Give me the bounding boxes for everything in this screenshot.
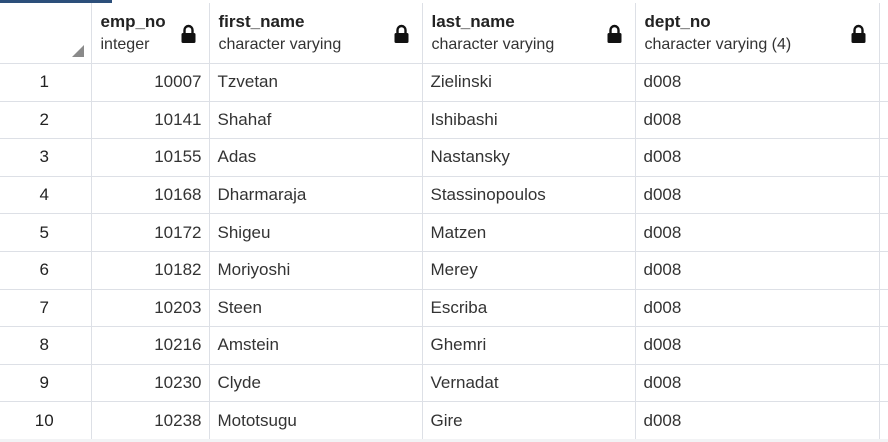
column-header-last-name[interactable]: last_name character varying bbox=[422, 3, 636, 64]
cell-emp-no[interactable]: 10007 bbox=[91, 63, 210, 102]
cell-dept-no[interactable]: d008 bbox=[635, 138, 880, 177]
cell-first-name[interactable]: Shahaf bbox=[209, 101, 423, 140]
column-name: first_name bbox=[218, 12, 305, 31]
cell-dept-no[interactable]: d008 bbox=[635, 401, 880, 440]
cell-emp-no[interactable]: 10172 bbox=[91, 213, 210, 252]
cell-emp-no[interactable]: 10230 bbox=[91, 364, 210, 403]
data-output-grid: emp_no integer first_name character vary… bbox=[0, 0, 888, 442]
cell-first-name[interactable]: Mototsugu bbox=[209, 401, 423, 440]
cell-last-name[interactable]: Escriba bbox=[422, 289, 636, 328]
cell-first-name[interactable]: Shigeu bbox=[209, 213, 423, 252]
cell-dept-no[interactable]: d008 bbox=[635, 63, 880, 102]
cell-first-name[interactable]: Moriyoshi bbox=[209, 251, 423, 290]
table-row[interactable]: 7 10203 Steen Escriba d008 bbox=[0, 289, 888, 328]
cell-dept-no[interactable]: d008 bbox=[635, 289, 880, 328]
cell-last-name[interactable]: Stassinopoulos bbox=[422, 176, 636, 215]
row-number[interactable]: 5 bbox=[0, 213, 92, 252]
cell-dept-no[interactable]: d008 bbox=[635, 326, 880, 365]
cell-first-name[interactable]: Clyde bbox=[209, 364, 423, 403]
cell-emp-no[interactable]: 10203 bbox=[91, 289, 210, 328]
column-name: emp_no bbox=[100, 12, 166, 31]
cell-last-name[interactable]: Zielinski bbox=[422, 63, 636, 102]
table-row[interactable]: 5 10172 Shigeu Matzen d008 bbox=[0, 213, 888, 252]
table-row[interactable]: 10 10238 Mototsugu Gire d008 bbox=[0, 401, 888, 440]
cell-emp-no[interactable]: 10141 bbox=[91, 101, 210, 140]
cell-last-name[interactable]: Merey bbox=[422, 251, 636, 290]
cell-dept-no[interactable]: d008 bbox=[635, 101, 880, 140]
row-number[interactable]: 2 bbox=[0, 101, 92, 140]
table-row[interactable]: 9 10230 Clyde Vernadat d008 bbox=[0, 364, 888, 403]
cell-first-name[interactable]: Dharmaraja bbox=[209, 176, 423, 215]
row-number[interactable]: 3 bbox=[0, 138, 92, 177]
cell-emp-no[interactable]: 10155 bbox=[91, 138, 210, 177]
cell-emp-no[interactable]: 10216 bbox=[91, 326, 210, 365]
cell-dept-no[interactable]: d008 bbox=[635, 176, 880, 215]
column-name: dept_no bbox=[644, 12, 711, 31]
row-number[interactable]: 7 bbox=[0, 289, 92, 328]
column-header-emp-no[interactable]: emp_no integer bbox=[91, 3, 210, 64]
column-type: character varying bbox=[431, 36, 555, 53]
cell-dept-no[interactable]: d008 bbox=[635, 213, 880, 252]
row-filler bbox=[879, 401, 888, 440]
row-filler bbox=[879, 101, 888, 140]
lock-icon bbox=[851, 24, 865, 43]
cell-first-name[interactable]: Adas bbox=[209, 138, 423, 177]
lock-icon bbox=[394, 24, 408, 43]
row-filler bbox=[879, 326, 888, 365]
row-filler bbox=[879, 289, 888, 328]
row-number[interactable]: 9 bbox=[0, 364, 92, 403]
row-filler bbox=[879, 251, 888, 290]
cell-last-name[interactable]: Ishibashi bbox=[422, 101, 636, 140]
cell-emp-no[interactable]: 10182 bbox=[91, 251, 210, 290]
cell-emp-no[interactable]: 10238 bbox=[91, 401, 210, 440]
table-row[interactable]: 2 10141 Shahaf Ishibashi d008 bbox=[0, 101, 888, 140]
table-row[interactable]: 8 10216 Amstein Ghemri d008 bbox=[0, 326, 888, 365]
column-type: integer bbox=[100, 36, 150, 53]
result-table: emp_no integer first_name character vary… bbox=[0, 3, 888, 440]
cell-first-name[interactable]: Tzvetan bbox=[209, 63, 423, 102]
cell-last-name[interactable]: Nastansky bbox=[422, 138, 636, 177]
table-row[interactable]: 6 10182 Moriyoshi Merey d008 bbox=[0, 251, 888, 290]
row-filler bbox=[879, 364, 888, 403]
cell-last-name[interactable]: Vernadat bbox=[422, 364, 636, 403]
row-filler bbox=[879, 213, 888, 252]
lock-icon bbox=[607, 24, 621, 43]
row-number[interactable]: 4 bbox=[0, 176, 92, 215]
table-row[interactable]: 3 10155 Adas Nastansky d008 bbox=[0, 138, 888, 177]
cell-dept-no[interactable]: d008 bbox=[635, 251, 880, 290]
column-header-first-name[interactable]: first_name character varying bbox=[209, 3, 423, 64]
cell-last-name[interactable]: Matzen bbox=[422, 213, 636, 252]
corner-triangle-icon bbox=[71, 45, 84, 57]
table-row[interactable]: 4 10168 Dharmaraja Stassinopoulos d008 bbox=[0, 176, 888, 215]
row-filler bbox=[879, 63, 888, 102]
row-number[interactable]: 1 bbox=[0, 63, 92, 102]
row-filler bbox=[879, 176, 888, 215]
lock-icon bbox=[181, 24, 195, 43]
row-number[interactable]: 6 bbox=[0, 251, 92, 290]
row-number[interactable]: 8 bbox=[0, 326, 92, 365]
cell-dept-no[interactable]: d008 bbox=[635, 364, 880, 403]
column-name: last_name bbox=[431, 12, 515, 31]
cell-first-name[interactable]: Amstein bbox=[209, 326, 423, 365]
column-type: character varying bbox=[218, 36, 342, 53]
cell-emp-no[interactable]: 10168 bbox=[91, 176, 210, 215]
cell-first-name[interactable]: Steen bbox=[209, 289, 423, 328]
header-row: emp_no integer first_name character vary… bbox=[0, 3, 888, 64]
row-number[interactable]: 10 bbox=[0, 401, 92, 440]
column-header-dept-no[interactable]: dept_no character varying (4) bbox=[635, 3, 880, 64]
row-filler bbox=[879, 138, 888, 177]
select-all-corner[interactable] bbox=[0, 3, 92, 64]
cell-last-name[interactable]: Gire bbox=[422, 401, 636, 440]
table-row[interactable]: 1 10007 Tzvetan Zielinski d008 bbox=[0, 63, 888, 102]
column-type: character varying (4) bbox=[644, 36, 792, 53]
header-filler bbox=[879, 3, 888, 64]
cell-last-name[interactable]: Ghemri bbox=[422, 326, 636, 365]
